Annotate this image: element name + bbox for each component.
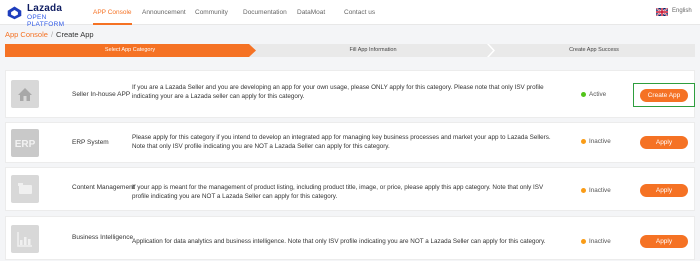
breadcrumb-current: Create App (56, 30, 94, 39)
step-select-category: Select App Category (104, 47, 156, 53)
uk-flag-icon (656, 8, 668, 16)
category-card-seller-in-house: Seller In-house APP If you are a Lazada … (5, 70, 695, 118)
status-text: Inactive (589, 187, 611, 194)
brand-subtitle: OPEN PLATFORM (27, 14, 65, 28)
language-switcher[interactable]: English (656, 8, 696, 18)
apply-button-erp[interactable]: Apply (640, 136, 688, 149)
chart-icon (11, 225, 39, 253)
category-name: Content Management (72, 184, 135, 191)
status-text: Active (589, 91, 607, 98)
top-bar: Lazada OPEN PLATFORM APP Console Announc… (0, 0, 700, 28)
category-name: Seller In-house APP (72, 91, 131, 98)
category-name: ERP System (72, 139, 109, 146)
status-dot (581, 92, 586, 97)
nav-app-console[interactable]: APP Console (93, 0, 132, 25)
nav-announcement[interactable]: Announcement (142, 0, 186, 25)
nav-contact-us[interactable]: Contact us (344, 0, 375, 25)
category-description: If your app is meant for the management … (132, 184, 544, 200)
breadcrumb-app-console[interactable]: App Console (5, 30, 48, 39)
content-icon (11, 175, 39, 203)
category-card-erp-system: ERP ERP System Please apply for this cat… (5, 122, 695, 163)
breadcrumb-separator: / (50, 30, 54, 39)
status-dot (581, 239, 586, 244)
category-card-content-management: Content Management If your app is meant … (5, 167, 695, 211)
step-progress: Select App Category Fill App Information… (5, 44, 695, 57)
breadcrumb: App Console / Create App (5, 30, 94, 39)
nav-community[interactable]: Community (195, 0, 228, 25)
category-description: If you are a Lazada Seller and you are d… (132, 84, 544, 100)
nav-documentation[interactable]: Documentation (243, 0, 287, 25)
home-icon (11, 80, 39, 108)
svg-text:ERP: ERP (15, 139, 36, 150)
category-description: Please apply for this category if you in… (132, 134, 551, 150)
language-label: English (672, 8, 692, 14)
nav-datamoat[interactable]: DataMoat (297, 0, 325, 25)
apply-button-content[interactable]: Apply (640, 184, 688, 197)
erp-icon: ERP (11, 129, 39, 157)
category-description: Application for data analytics and busin… (132, 238, 546, 245)
category-name: Business Intelligence (72, 234, 134, 241)
step-fill-info: Fill App Information (349, 47, 397, 53)
category-card-business-intelligence: Business Intelligence Application for da… (5, 216, 695, 260)
brand-name: Lazada (27, 3, 63, 14)
lazada-logo[interactable]: Lazada OPEN PLATFORM (6, 3, 86, 28)
lazada-heart-icon (7, 6, 22, 20)
status-text: Inactive (589, 238, 611, 245)
create-app-button[interactable]: Create App (640, 89, 688, 102)
status-dot (581, 188, 586, 193)
status-text: Inactive (589, 138, 611, 145)
status-dot (581, 139, 586, 144)
step-create-success: Create App Success (569, 47, 619, 53)
apply-button-bi[interactable]: Apply (640, 235, 688, 248)
